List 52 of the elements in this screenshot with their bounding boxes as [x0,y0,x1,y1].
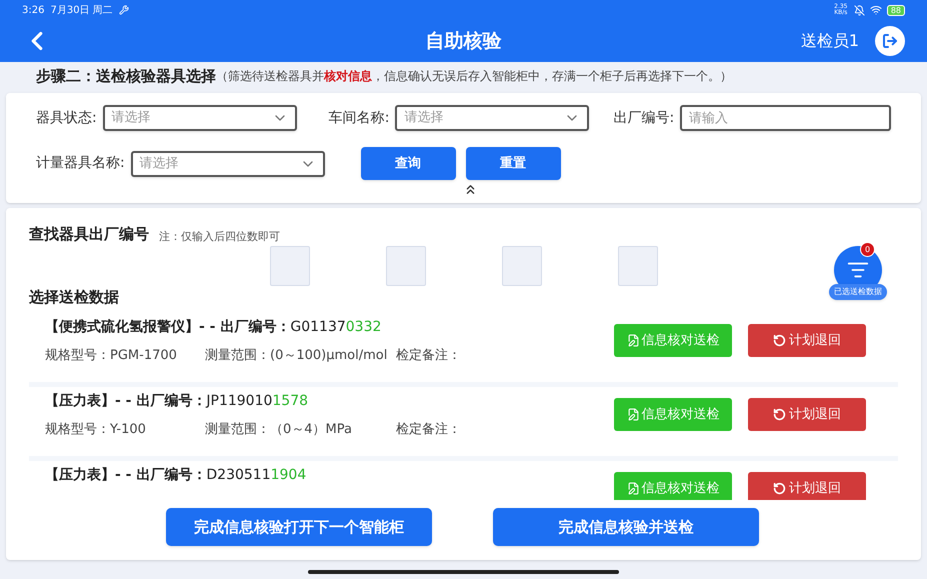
undo-icon [773,408,786,421]
action-button[interactable]: 完成信息核验打开下一个智能柜 [166,508,432,546]
return-button[interactable]: 计划退回 [748,398,866,431]
verify-button[interactable]: 信息核对送检 [614,324,732,357]
digit-field[interactable] [502,246,542,286]
filter-button[interactable]: 查询 [360,147,456,180]
edit-icon [626,334,640,347]
edit-icon [626,482,640,495]
record-range: 测量范围：(0～100)μmol/mol [205,347,388,365]
record-spec: 规格型号：Y-100 [45,421,147,439]
digit-field[interactable] [270,246,310,286]
verify-button[interactable]: 信息核对送检 [614,398,732,431]
user-name: 送检员1 [800,30,859,52]
undo-icon [773,334,786,347]
undo-icon [773,482,786,495]
return-button[interactable]: 计划退回 [748,324,866,357]
record-title: 【压力表】- - 出厂编号：D2305111904 [45,466,306,485]
record-spec: 规格型号：PGM-1700 [45,347,178,365]
record-note: 检定备注： [396,347,461,365]
field-label: 出厂编号: [613,108,674,128]
search-title: 查找器具出厂编号 [29,224,149,245]
logout-icon [882,33,898,49]
page-title: 自助核验 [426,28,502,54]
digit-field[interactable] [386,246,426,286]
field-label: 车间名称: [328,108,390,128]
battery-icon: 88 [886,4,905,16]
record-title: 【压力表】- - 出厂编号：JP1190101578 [45,392,310,411]
step-note: （筛选待送检器具并核对信息，信息确认无误后存入智能柜中，存满一个柜子后再选择下一个。） [216,68,732,85]
select-field[interactable]: 请选择 [395,105,590,131]
search-note: 注：仅输入后四位数即可 [159,229,280,245]
action-button[interactable]: 完成信息核验并送检 [493,508,759,546]
filter-button[interactable]: 重置 [466,147,561,180]
input-field[interactable]: 请输入 [680,105,892,131]
edit-icon [626,408,640,421]
mute-icon [854,4,865,16]
step-title: 步骤二：送检核验器具选择 [36,66,216,87]
status-time: 3:26 [22,4,44,18]
status-date: 7月30日 周二 [50,4,113,18]
field-label: 器具状态: [36,108,97,128]
select-field[interactable]: 请选择 [130,150,325,176]
record-range: 测量范围：（0～4）MPa [205,421,353,439]
return-button[interactable]: 计划退回 [748,472,866,500]
logout-button[interactable] [875,26,905,56]
field-label: 计量器具名称: [36,154,125,173]
verify-button[interactable]: 信息核对送检 [614,472,732,500]
digit-field[interactable] [618,246,658,286]
count-badge: 0 [860,242,875,257]
list-title: 选择送检数据 [29,286,119,308]
record-title: 【便携式硫化氢报警仪】- - 出厂编号：G011370332 [45,318,382,337]
record-note: 检定备注： [396,421,461,439]
wrench-icon [118,5,129,15]
select-field[interactable]: 请选择 [102,105,297,131]
